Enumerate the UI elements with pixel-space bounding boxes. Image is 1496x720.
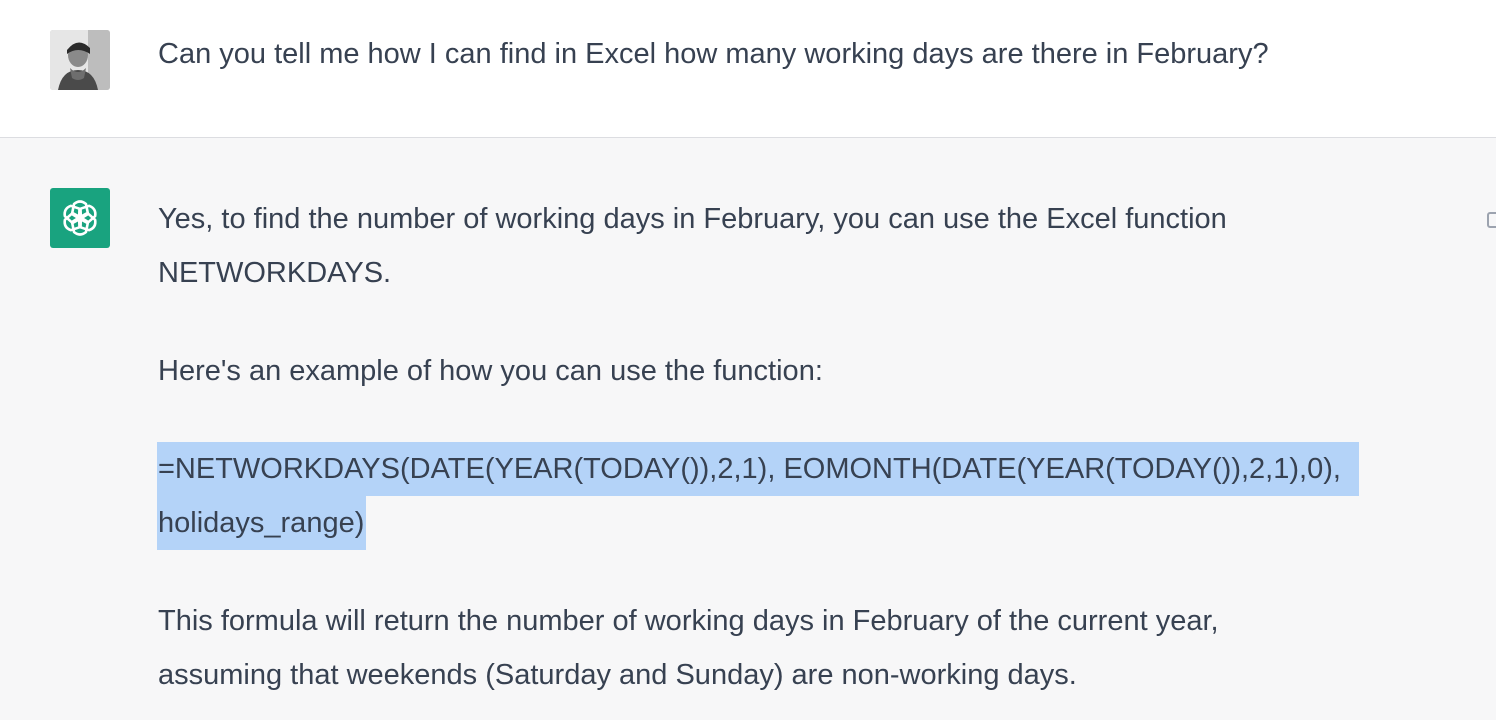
assistant-message-row: Yes, to find the number of working days …: [0, 138, 1496, 720]
answer-line: assuming that weekends (Saturday and Sun…: [158, 659, 1077, 691]
answer-paragraph-example: Here's an example of how you can use the…: [158, 355, 823, 387]
assistant-message-text: Yes, to find the number of working days …: [157, 192, 1448, 702]
openai-logo-icon: [63, 200, 97, 236]
answer-paragraph-explanation: This formula will return the number of w…: [158, 594, 1448, 702]
formula-line[interactable]: =NETWORKDAYS(DATE(YEAR(TODAY()),2,1), EO…: [157, 442, 1359, 496]
answer-line: Yes, to find the number of working days …: [158, 203, 1227, 235]
answer-line: NETWORKDAYS.: [158, 257, 392, 289]
user-avatar: [50, 30, 110, 90]
answer-line: This formula will return the number of w…: [158, 605, 1219, 637]
answer-paragraph-intro: Yes, to find the number of working days …: [158, 192, 1448, 300]
user-photo-avatar-icon: [50, 30, 110, 90]
user-message-row: Can you tell me how I can find in Excel …: [0, 0, 1496, 138]
formula-selected-text[interactable]: =NETWORKDAYS(DATE(YEAR(TODAY()),2,1), EO…: [157, 442, 1448, 550]
copy-icon[interactable]: [1486, 208, 1496, 230]
assistant-avatar: [50, 188, 110, 248]
user-message-text: Can you tell me how I can find in Excel …: [158, 38, 1269, 70]
formula-line[interactable]: holidays_range): [157, 496, 367, 550]
